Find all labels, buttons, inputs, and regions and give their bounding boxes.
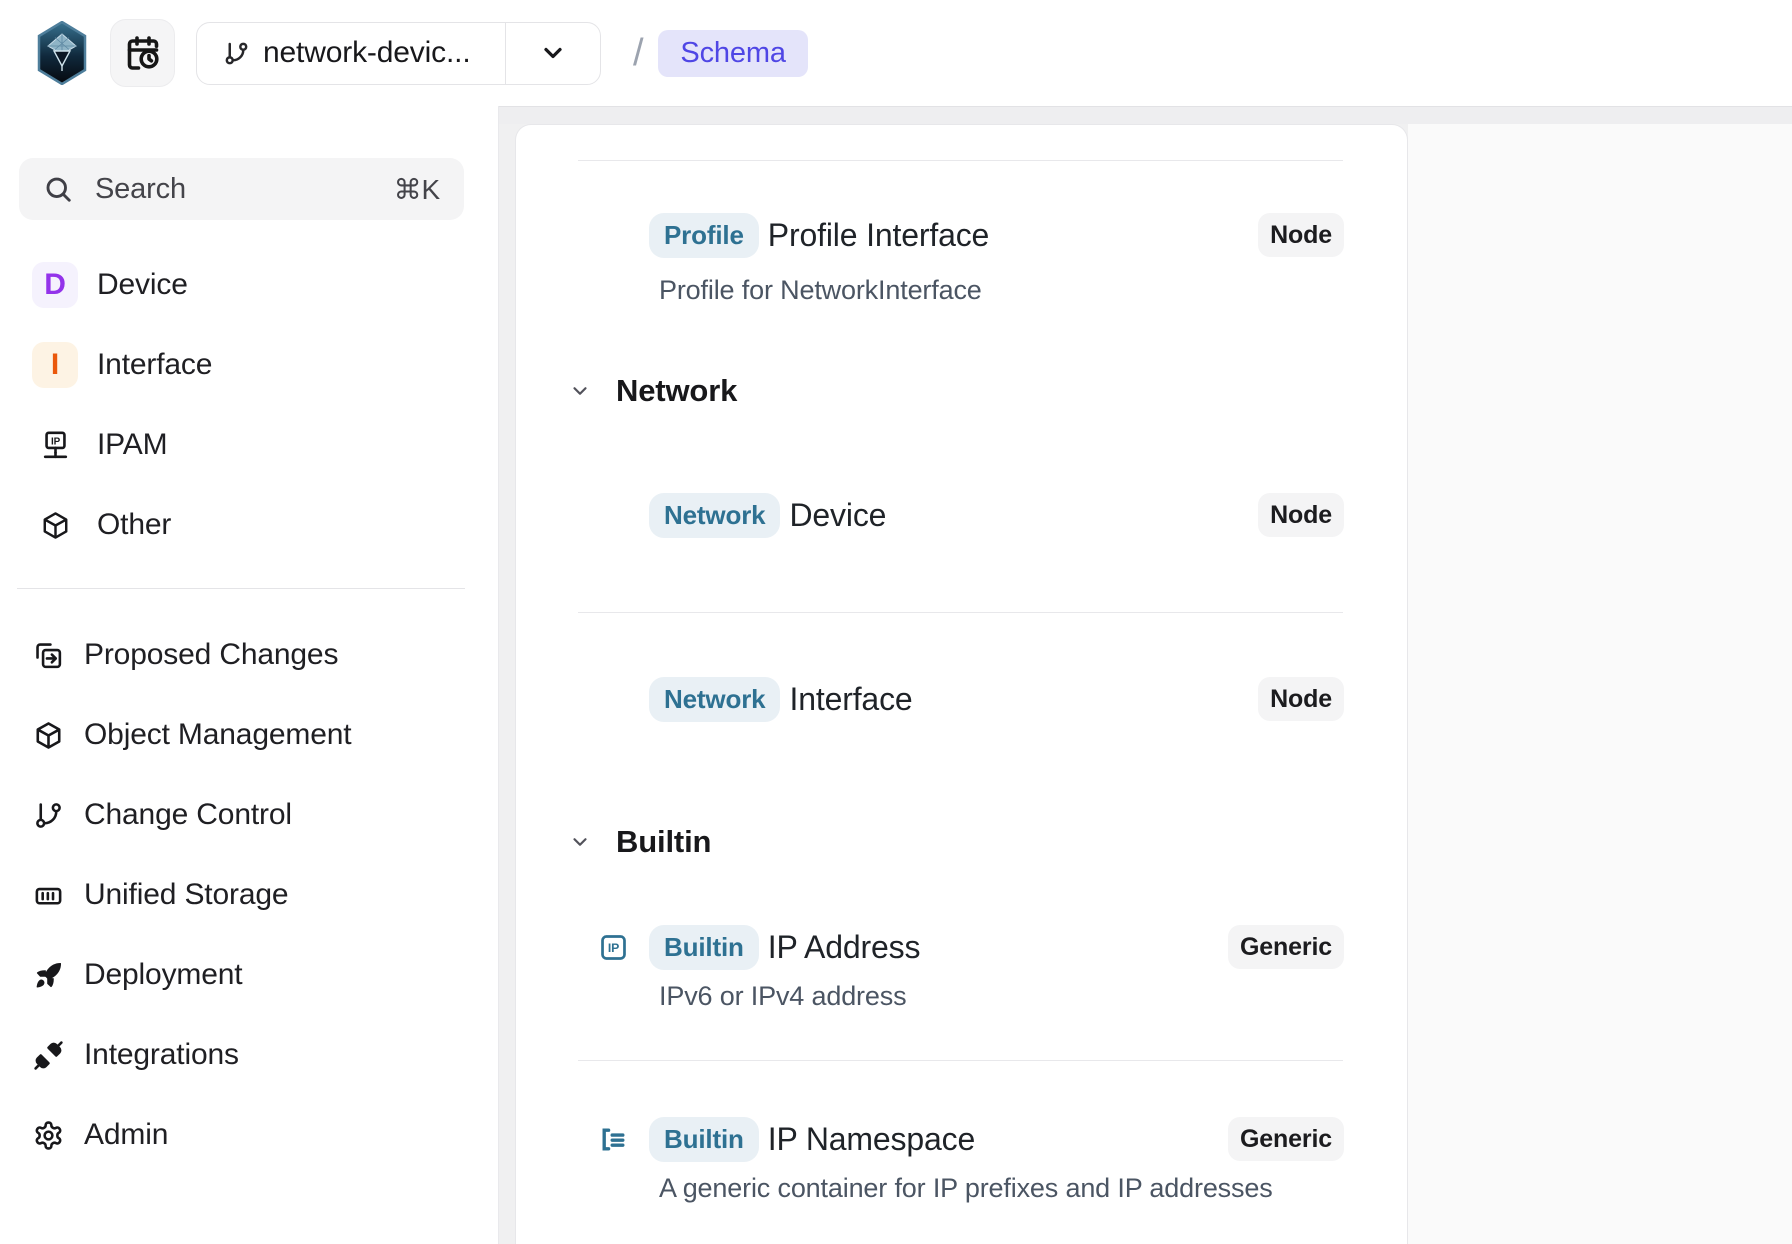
svg-text:IP: IP	[608, 941, 619, 955]
section-title: Builtin	[616, 824, 711, 860]
schema-row-profile-interface[interactable]: Profile Profile Interface Node Profile f…	[578, 161, 1344, 354]
sidebar-item-other[interactable]: Other	[0, 485, 498, 565]
search-shortcut: ⌘K	[394, 173, 440, 206]
schema-row-ip-address[interactable]: IP Builtin IP Address Generic IPv6 or IP…	[578, 863, 1344, 1060]
schema-row-ip-namespace[interactable]: Builtin IP Namespace Generic A generic c…	[578, 1061, 1344, 1244]
schema-row-network-device[interactable]: Network Device Node	[578, 412, 1344, 612]
time-travel-button[interactable]	[110, 19, 175, 87]
schema-description: Profile for NetworkInterface	[659, 275, 1344, 306]
kind-badge: Node	[1258, 493, 1344, 537]
sidebar-item-label: Object Management	[84, 718, 351, 752]
sidebar-item-label: Deployment	[84, 958, 242, 992]
detail-pane-empty	[1408, 124, 1792, 1244]
sidebar-item-label: Admin	[84, 1118, 168, 1152]
schema-row-network-interface[interactable]: Network Interface Node	[578, 613, 1344, 805]
kind-badge: Generic	[1228, 1117, 1344, 1161]
sidebar-item-device[interactable]: D Device	[0, 245, 498, 325]
sidebar-item-admin[interactable]: Admin	[0, 1095, 498, 1175]
schema-description: A generic container for IP prefixes and …	[659, 1173, 1344, 1204]
ip-square-icon: IP	[598, 932, 629, 963]
search-input[interactable]: Search ⌘K	[19, 158, 464, 220]
section-header-builtin[interactable]: Builtin	[569, 821, 1407, 863]
git-branch-icon	[33, 800, 64, 831]
schema-title: Device	[789, 497, 886, 534]
search-placeholder: Search	[95, 173, 394, 206]
main-area: Profile Profile Interface Node Profile f…	[499, 106, 1792, 1244]
sidebar-item-label: IPAM	[97, 428, 167, 462]
namespace-badge: Builtin	[649, 1117, 759, 1162]
gear-icon	[33, 1120, 64, 1151]
cube-icon	[33, 720, 64, 751]
schema-title: Profile Interface	[768, 217, 989, 254]
sidebar-divider	[17, 588, 465, 589]
chevron-down-icon	[569, 380, 591, 402]
namespace-icon	[598, 1124, 629, 1155]
sidebar-item-unified-storage[interactable]: Unified Storage	[0, 855, 498, 935]
sidebar-item-label: Unified Storage	[84, 878, 288, 912]
cube-icon	[40, 510, 71, 541]
schema-title: IP Namespace	[768, 1121, 975, 1158]
sidebar-item-label: Proposed Changes	[84, 638, 338, 672]
sidebar-item-interface[interactable]: I Interface	[0, 325, 498, 405]
rocket-icon	[33, 960, 64, 991]
kind-badge: Generic	[1228, 925, 1344, 969]
sidebar-item-label: Interface	[97, 348, 212, 382]
namespace-badge: Network	[649, 677, 780, 722]
schema-title: Interface	[789, 681, 912, 718]
branch-selector[interactable]: network-devic...	[196, 22, 601, 85]
sidebar-item-label: Integrations	[84, 1038, 239, 1072]
ipam-icon: IP	[39, 429, 72, 462]
sidebar-item-ipam[interactable]: IP IPAM	[0, 405, 498, 485]
app-root: network-devic... / Schema Search ⌘K D De…	[0, 0, 1792, 1244]
sidebar-item-proposed-changes[interactable]: Proposed Changes	[0, 615, 498, 695]
chevron-down-icon	[539, 39, 567, 67]
sidebar-item-label: Device	[97, 268, 188, 302]
breadcrumb-separator: /	[633, 32, 643, 75]
kind-badge: Node	[1258, 213, 1344, 257]
sidebar-item-change-control[interactable]: Change Control	[0, 775, 498, 855]
schema-description: IPv6 or IPv4 address	[659, 981, 1344, 1012]
breadcrumb-schema[interactable]: Schema	[658, 30, 807, 77]
proposed-changes-icon	[33, 640, 64, 671]
sidebar: Search ⌘K D Device I Interface IP	[0, 106, 499, 1244]
kind-badge: Node	[1258, 677, 1344, 721]
namespace-badge: Profile	[649, 213, 759, 258]
sidebar-item-label: Change Control	[84, 798, 292, 832]
sidebar-item-deployment[interactable]: Deployment	[0, 935, 498, 1015]
schema-title: IP Address	[768, 929, 921, 966]
device-letter-icon: D	[32, 262, 78, 308]
schema-nav: D Device I Interface IP IPAM	[0, 245, 498, 565]
branch-dropdown-toggle[interactable]	[506, 39, 600, 67]
namespace-badge: Network	[649, 493, 780, 538]
interface-letter-icon: I	[32, 342, 78, 388]
main-nav: Proposed Changes Object Management Chang…	[0, 615, 498, 1175]
app-header: network-devic... / Schema	[0, 0, 1792, 106]
infrahub-logo[interactable]	[37, 21, 87, 85]
chevron-down-icon	[569, 831, 591, 853]
sidebar-item-integrations[interactable]: Integrations	[0, 1015, 498, 1095]
sidebar-item-object-management[interactable]: Object Management	[0, 695, 498, 775]
branch-name: network-devic...	[263, 36, 505, 70]
section-title: Network	[616, 373, 737, 409]
unified-storage-icon	[33, 880, 64, 911]
git-branch-icon	[223, 40, 250, 67]
plug-icon	[33, 1040, 64, 1071]
calendar-clock-icon	[125, 35, 161, 71]
search-icon	[43, 174, 73, 204]
namespace-badge: Builtin	[649, 925, 759, 970]
section-header-network[interactable]: Network	[569, 370, 1407, 412]
content-top-gap	[499, 106, 1792, 124]
svg-text:IP: IP	[51, 436, 61, 447]
schema-list: Profile Profile Interface Node Profile f…	[515, 124, 1408, 1244]
sidebar-item-label: Other	[97, 508, 171, 542]
